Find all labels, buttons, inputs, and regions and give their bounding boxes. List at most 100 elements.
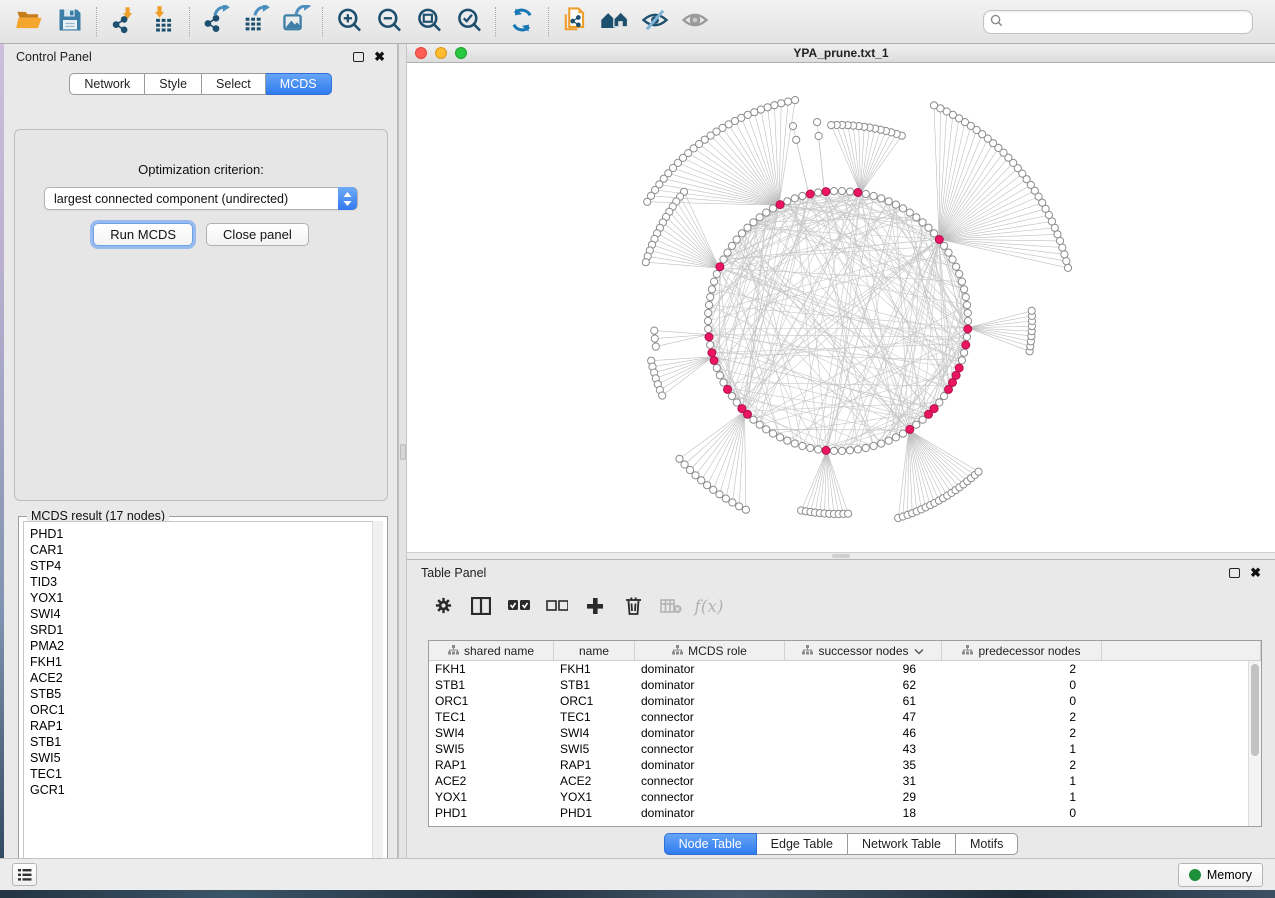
table-row[interactable]: ACE2ACE2connector311 xyxy=(429,773,1261,789)
cell-successor-nodes[interactable]: 46 xyxy=(785,725,942,741)
cell-name[interactable]: SWI4 xyxy=(554,725,635,741)
cell-name[interactable]: STB1 xyxy=(554,677,635,693)
mcds-result-item[interactable]: ACE2 xyxy=(30,670,382,686)
cell-MCDS-role[interactable]: dominator xyxy=(635,805,785,821)
memory-button[interactable]: Memory xyxy=(1178,863,1263,887)
table-row[interactable]: PHD1PHD1dominator180 xyxy=(429,805,1261,821)
cell-MCDS-role[interactable]: connector xyxy=(635,709,785,725)
column-header-name[interactable]: name xyxy=(554,641,635,660)
tab-mcds[interactable]: MCDS xyxy=(266,73,332,95)
cell-successor-nodes[interactable]: 96 xyxy=(785,661,942,677)
tab-select[interactable]: Select xyxy=(202,73,266,95)
cell-shared-name[interactable]: SWI4 xyxy=(429,725,554,741)
mcds-result-item[interactable]: FKH1 xyxy=(30,654,382,670)
column-header-shared-name[interactable]: shared name xyxy=(429,641,554,660)
hide-selected-button[interactable] xyxy=(635,4,675,40)
mcds-result-item[interactable]: TEC1 xyxy=(30,766,382,782)
cell-shared-name[interactable]: ACE2 xyxy=(429,773,554,789)
optimization-criterion-select[interactable]: largest connected component (undirected) xyxy=(44,187,358,210)
cell-predecessor-nodes[interactable]: 0 xyxy=(942,805,1102,821)
column-header-successor-nodes[interactable]: successor nodes xyxy=(785,641,942,660)
horizontal-splitter[interactable] xyxy=(407,552,1275,559)
close-panel-icon[interactable]: ✖ xyxy=(1250,568,1261,578)
table-row[interactable]: TEC1TEC1connector472 xyxy=(429,709,1261,725)
select-all-rows-button[interactable] xyxy=(505,593,533,621)
mcds-result-item[interactable]: STB1 xyxy=(30,734,382,750)
cell-successor-nodes[interactable]: 29 xyxy=(785,789,942,805)
mcds-result-item[interactable]: SWI5 xyxy=(30,750,382,766)
search-input[interactable] xyxy=(1007,15,1246,29)
cell-successor-nodes[interactable]: 47 xyxy=(785,709,942,725)
cell-predecessor-nodes[interactable]: 1 xyxy=(942,789,1102,805)
cell-MCDS-role[interactable]: dominator xyxy=(635,725,785,741)
zoom-selected-button[interactable] xyxy=(449,4,489,40)
mcds-list-scrollbar[interactable] xyxy=(372,521,383,879)
close-panel-icon[interactable]: ✖ xyxy=(374,52,385,62)
cell-MCDS-role[interactable]: dominator xyxy=(635,677,785,693)
cell-MCDS-role[interactable]: dominator xyxy=(635,757,785,773)
splitter-handle[interactable] xyxy=(400,444,406,460)
column-header-MCDS-role[interactable]: MCDS role xyxy=(635,641,785,660)
cell-MCDS-role[interactable]: dominator xyxy=(635,693,785,709)
mcds-result-item[interactable]: YOX1 xyxy=(30,590,382,606)
cell-shared-name[interactable]: FKH1 xyxy=(429,661,554,677)
mcds-result-list[interactable]: PHD1CAR1STP4TID3YOX1SWI4SRD1PMA2FKH1ACE2… xyxy=(23,521,383,877)
cell-predecessor-nodes[interactable]: 2 xyxy=(942,709,1102,725)
close-panel-button[interactable]: Close panel xyxy=(206,223,309,246)
cell-MCDS-role[interactable]: dominator xyxy=(635,661,785,677)
open-session-button[interactable] xyxy=(10,4,50,40)
cell-MCDS-role[interactable]: connector xyxy=(635,741,785,757)
cell-successor-nodes[interactable]: 35 xyxy=(785,757,942,773)
table-row[interactable]: RAP1RAP1dominator352 xyxy=(429,757,1261,773)
export-network-button[interactable] xyxy=(196,4,236,40)
cell-predecessor-nodes[interactable]: 1 xyxy=(942,773,1102,789)
search-box[interactable] xyxy=(983,10,1253,34)
cell-shared-name[interactable]: YOX1 xyxy=(429,789,554,805)
mcds-result-item[interactable]: PMA2 xyxy=(30,638,382,654)
mcds-result-item[interactable]: TID3 xyxy=(30,574,382,590)
float-panel-icon[interactable] xyxy=(353,52,364,62)
float-panel-icon[interactable] xyxy=(1229,568,1240,578)
table-row[interactable]: ORC1ORC1dominator610 xyxy=(429,693,1261,709)
mcds-result-item[interactable]: ORC1 xyxy=(30,702,382,718)
cell-shared-name[interactable]: TEC1 xyxy=(429,709,554,725)
mcds-result-item[interactable]: RAP1 xyxy=(30,718,382,734)
save-session-button[interactable] xyxy=(50,4,90,40)
mcds-result-item[interactable]: SRD1 xyxy=(30,622,382,638)
zoom-in-button[interactable] xyxy=(329,4,369,40)
show-columns-button[interactable] xyxy=(467,593,495,621)
cell-successor-nodes[interactable]: 31 xyxy=(785,773,942,789)
cell-MCDS-role[interactable]: connector xyxy=(635,773,785,789)
zoom-fit-button[interactable] xyxy=(409,4,449,40)
run-mcds-button[interactable]: Run MCDS xyxy=(93,223,193,246)
task-history-button[interactable] xyxy=(12,863,37,886)
mcds-result-item[interactable]: GCR1 xyxy=(30,782,382,798)
export-image-button[interactable] xyxy=(276,4,316,40)
tab-network-table[interactable]: Network Table xyxy=(848,833,956,855)
cell-shared-name[interactable]: RAP1 xyxy=(429,757,554,773)
zoom-out-button[interactable] xyxy=(369,4,409,40)
cell-shared-name[interactable]: SWI5 xyxy=(429,741,554,757)
export-table-button[interactable] xyxy=(236,4,276,40)
table-row[interactable]: FKH1FKH1dominator962 xyxy=(429,661,1261,677)
cell-predecessor-nodes[interactable]: 0 xyxy=(942,677,1102,693)
table-settings-gear-button[interactable] xyxy=(429,593,457,621)
cell-predecessor-nodes[interactable]: 1 xyxy=(942,741,1102,757)
network-canvas[interactable] xyxy=(407,63,1273,552)
splitter-handle[interactable] xyxy=(832,554,850,558)
tab-network[interactable]: Network xyxy=(69,73,145,95)
vertical-splitter[interactable] xyxy=(398,44,407,858)
network-graph[interactable] xyxy=(407,63,1273,552)
cell-shared-name[interactable]: PHD1 xyxy=(429,805,554,821)
tab-style[interactable]: Style xyxy=(145,73,202,95)
mcds-result-item[interactable]: SWI4 xyxy=(30,606,382,622)
tab-edge-table[interactable]: Edge Table xyxy=(757,833,848,855)
tab-node-table[interactable]: Node Table xyxy=(664,833,757,855)
cell-predecessor-nodes[interactable]: 0 xyxy=(942,693,1102,709)
cell-MCDS-role[interactable]: connector xyxy=(635,789,785,805)
scrollbar-thumb[interactable] xyxy=(1251,664,1259,756)
cell-name[interactable]: RAP1 xyxy=(554,757,635,773)
cell-predecessor-nodes[interactable]: 2 xyxy=(942,757,1102,773)
cell-shared-name[interactable]: ORC1 xyxy=(429,693,554,709)
column-header-predecessor-nodes[interactable]: predecessor nodes xyxy=(942,641,1102,660)
